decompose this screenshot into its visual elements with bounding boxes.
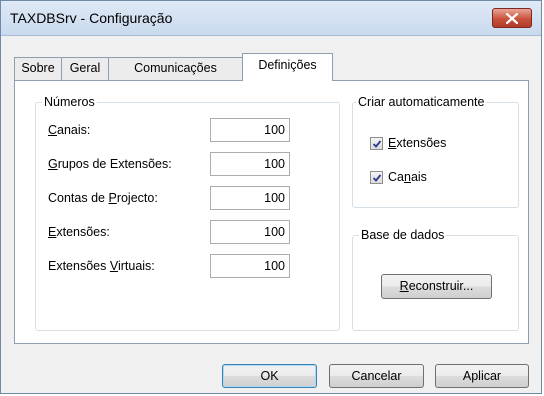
contas-projecto-input[interactable]: 100	[210, 186, 290, 210]
checkmark-icon	[372, 140, 382, 148]
reconstruir-button[interactable]: Reconstruir...	[381, 274, 492, 299]
extensoes-label: Extensões:	[48, 225, 110, 239]
tab-definicoes[interactable]: Definições	[242, 53, 333, 81]
extensoes-virtuais-input[interactable]: 100	[210, 254, 290, 278]
checkmark-icon	[372, 174, 382, 182]
numeros-legend: Números	[42, 95, 97, 109]
canais-input[interactable]: 100	[210, 118, 290, 142]
configuration-dialog: TAXDBSrv - Configuração Sobre Geral Comu…	[0, 0, 542, 394]
definicoes-panel: Números Canais: 100 Grupos de Extensões:…	[14, 80, 529, 344]
extensoes-checkbox-label[interactable]: Extensões	[388, 136, 446, 150]
window-title: TAXDBSrv - Configuração	[10, 10, 173, 26]
grupos-extensoes-input[interactable]: 100	[210, 152, 290, 176]
extensoes-virtuais-label: Extensões Virtuais:	[48, 259, 155, 273]
criar-automaticamente-group: Criar automaticamente	[352, 95, 519, 208]
tab-sobre[interactable]: Sobre	[14, 57, 62, 80]
tab-comunicacoes[interactable]: Comunicações	[108, 57, 243, 80]
canais-checkbox-label[interactable]: Canais	[388, 170, 427, 184]
canais-label: Canais:	[48, 123, 91, 137]
close-button[interactable]	[492, 8, 532, 28]
tab-geral[interactable]: Geral	[61, 57, 109, 80]
grupos-extensoes-label: Grupos de Extensões:	[48, 157, 172, 171]
extensoes-checkbox[interactable]	[370, 137, 383, 150]
cancel-button[interactable]: Cancelar	[329, 364, 424, 388]
base-legend: Base de dados	[359, 228, 447, 242]
ok-button[interactable]: OK	[222, 364, 317, 388]
title-bar[interactable]: TAXDBSrv - Configuração	[1, 1, 541, 36]
apply-button[interactable]: Aplicar	[435, 364, 529, 388]
canais-checkbox[interactable]	[370, 171, 383, 184]
contas-projecto-label: Contas de Projecto:	[48, 191, 158, 205]
extensoes-input[interactable]: 100	[210, 220, 290, 244]
criar-legend: Criar automaticamente	[356, 95, 487, 109]
close-icon	[506, 13, 518, 24]
